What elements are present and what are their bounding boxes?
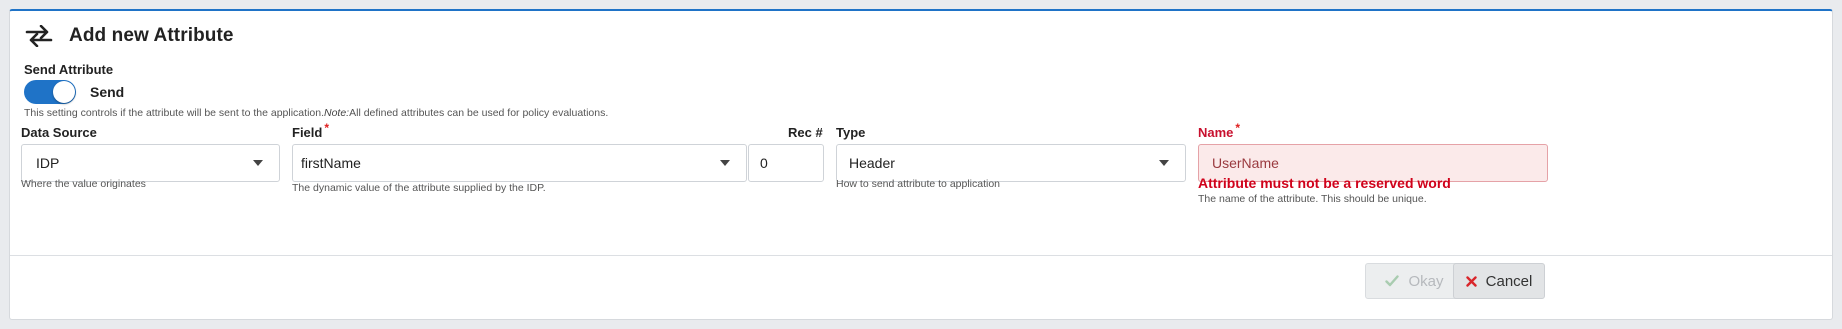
cancel-button[interactable]: Cancel [1453,263,1545,299]
type-value: Header [849,155,895,171]
required-asterisk: * [1235,121,1241,135]
name-error-message: Attribute must not be a reserved word [1198,175,1451,191]
data-source-value: IDP [36,155,60,171]
field-label: Field * [292,121,329,140]
send-help-suffix: All defined attributes can be used for p… [349,107,609,119]
toggle-knob [53,81,75,103]
name-help: The name of the attribute. This should b… [1198,193,1427,205]
required-asterisk: * [324,121,330,135]
footer-divider [10,255,1832,256]
cancel-label: Cancel [1485,272,1533,290]
send-toggle[interactable] [24,80,76,104]
type-help: How to send attribute to application [836,178,1001,190]
okay-button[interactable]: Okay [1365,263,1464,299]
send-toggle-row: Send [24,80,124,104]
send-toggle-label: Send [90,84,125,100]
type-select[interactable]: Header [836,144,1186,182]
checkmark-icon [1385,275,1400,287]
swap-arrows-icon [25,23,55,49]
type-label: Type [836,125,866,140]
close-x-icon [1465,275,1477,287]
field-value: firstName [301,155,361,171]
caret-down-icon [253,160,263,166]
dialog-title: Add new Attribute [69,25,234,46]
data-source-label: Data Source [21,125,97,140]
rec-label: Rec # [788,125,823,140]
name-label-text: Name [1198,125,1234,140]
rec-input[interactable]: 0 [748,144,824,182]
data-source-select[interactable]: IDP [21,144,280,182]
name-label: Name * [1198,121,1240,140]
send-help-prefix: This setting controls if the attribute w… [24,107,324,119]
data-source-help: Where the value originates [21,178,146,190]
field-label-text: Field [292,125,323,140]
okay-label: Okay [1408,272,1444,290]
add-attribute-dialog: Add new Attribute Send Attribute Send Th… [9,9,1833,320]
send-help-note: Note: [324,107,350,119]
send-attribute-label: Send Attribute [24,62,114,77]
field-help: The dynamic value of the attribute suppl… [292,182,546,194]
field-select[interactable]: firstName [292,144,747,182]
caret-down-icon [720,160,730,166]
dialog-header: Add new Attribute [25,21,234,51]
send-attribute-help: This setting controls if the attribute w… [24,107,608,119]
caret-down-icon [1159,160,1169,166]
